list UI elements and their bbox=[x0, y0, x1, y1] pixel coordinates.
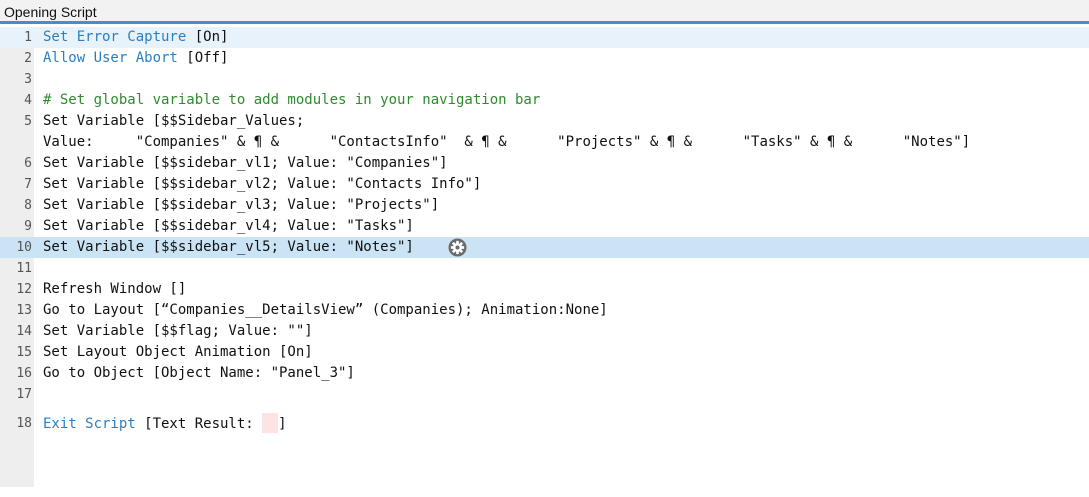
script-step[interactable]: 4 # Set global variable to add modules i… bbox=[0, 90, 1089, 111]
script-step[interactable]: 11 bbox=[0, 258, 1089, 279]
script-step[interactable]: 14 Set Variable [$$flag; Value: ""] bbox=[0, 321, 1089, 342]
line-number: 11 bbox=[16, 261, 32, 276]
step-params-close: ] bbox=[278, 416, 287, 432]
script-step[interactable]: 16 Go to Object [Object Name: "Panel_3"] bbox=[0, 363, 1089, 384]
line-number: 18 bbox=[16, 416, 32, 431]
script-step[interactable]: 1 Set Error Capture [On] bbox=[0, 27, 1089, 48]
gear-icon[interactable] bbox=[448, 238, 467, 257]
step-text: Set Variable [$$sidebar_vl5; Value: "Not… bbox=[43, 239, 414, 255]
step-text: Set Variable [$$Sidebar_Values; bbox=[43, 113, 305, 129]
script-step[interactable]: 13 Go to Layout [“Companies__DetailsView… bbox=[0, 300, 1089, 321]
line-number: 2 bbox=[24, 51, 32, 66]
line-number: 13 bbox=[16, 303, 32, 318]
step-keyword: Exit Script bbox=[43, 416, 136, 432]
step-keyword: Set Error Capture bbox=[43, 29, 187, 45]
step-text: Set Variable [$$sidebar_vl4; Value: "Tas… bbox=[43, 218, 414, 234]
line-number: 3 bbox=[24, 72, 32, 87]
script-step[interactable]: 3 bbox=[0, 69, 1089, 90]
step-text: Value: "Companies" & ¶ & "ContactsInfo" … bbox=[43, 134, 971, 150]
title-bar: Opening Script bbox=[0, 0, 1089, 24]
step-text: Set Variable [$$sidebar_vl3; Value: "Pro… bbox=[43, 197, 440, 213]
line-number: 4 bbox=[24, 93, 32, 108]
line-number: 12 bbox=[16, 282, 32, 297]
script-step[interactable]: 7 Set Variable [$$sidebar_vl2; Value: "C… bbox=[0, 174, 1089, 195]
script-step[interactable]: 9 Set Variable [$$sidebar_vl4; Value: "T… bbox=[0, 216, 1089, 237]
line-number: 10 bbox=[16, 240, 32, 255]
script-step[interactable]: 2 Allow User Abort [Off] bbox=[0, 48, 1089, 69]
script-step[interactable]: 18 Exit Script [Text Result: ] bbox=[0, 413, 1089, 434]
script-step[interactable]: 12 Refresh Window [] bbox=[0, 279, 1089, 300]
line-number: 15 bbox=[16, 345, 32, 360]
window-title: Opening Script bbox=[4, 4, 97, 20]
script-step[interactable]: 15 Set Layout Object Animation [On] bbox=[0, 342, 1089, 363]
line-number: 7 bbox=[24, 177, 32, 192]
line-number: 6 bbox=[24, 156, 32, 171]
line-number: 17 bbox=[16, 387, 32, 402]
step-params: [Text Result: bbox=[135, 416, 263, 432]
script-step-selected[interactable]: 10 Set Variable [$$sidebar_vl5; Value: "… bbox=[0, 237, 1089, 258]
script-step[interactable]: 5 Set Variable [$$Sidebar_Values; bbox=[0, 111, 1089, 132]
step-comment: # Set global variable to add modules in … bbox=[43, 92, 541, 108]
step-params: [On] bbox=[186, 29, 229, 45]
step-text: Set Variable [$$flag; Value: ""] bbox=[43, 323, 313, 339]
line-number: 9 bbox=[24, 219, 32, 234]
step-text: Set Variable [$$sidebar_vl2; Value: "Con… bbox=[43, 176, 482, 192]
text-result-placeholder[interactable] bbox=[262, 413, 279, 433]
line-number: 8 bbox=[24, 198, 32, 213]
step-params: [Off] bbox=[177, 50, 229, 66]
step-text: Refresh Window [] bbox=[43, 281, 187, 297]
step-text: Go to Object [Object Name: "Panel_3"] bbox=[43, 365, 355, 381]
line-number: 1 bbox=[24, 30, 32, 45]
line-number: 14 bbox=[16, 324, 32, 339]
script-step[interactable]: 6 Set Variable [$$sidebar_vl1; Value: "C… bbox=[0, 153, 1089, 174]
script-step[interactable]: 17 bbox=[0, 384, 1089, 405]
step-text: Set Variable [$$sidebar_vl1; Value: "Com… bbox=[43, 155, 448, 171]
script-step-continuation[interactable]: Value: "Companies" & ¶ & "ContactsInfo" … bbox=[0, 132, 1089, 153]
step-text: Go to Layout [“Companies__DetailsView” (… bbox=[43, 302, 608, 318]
script-step[interactable]: 8 Set Variable [$$sidebar_vl3; Value: "P… bbox=[0, 195, 1089, 216]
step-keyword: Allow User Abort bbox=[43, 50, 178, 66]
step-text: Set Layout Object Animation [On] bbox=[43, 344, 313, 360]
script-editor[interactable]: 1 Set Error Capture [On] 2 Allow User Ab… bbox=[0, 27, 1089, 487]
line-number: 16 bbox=[16, 366, 32, 381]
line-number: 5 bbox=[24, 114, 32, 129]
